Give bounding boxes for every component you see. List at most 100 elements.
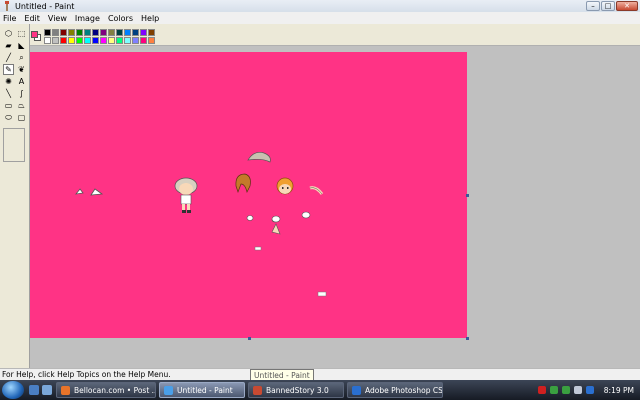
task-paint[interactable]: Untitled - Paint	[159, 382, 245, 398]
task-label: Adobe Photoshop CS...	[365, 385, 443, 395]
tool-options-box[interactable]	[3, 128, 25, 162]
color-swatch[interactable]	[76, 29, 83, 36]
resize-handle-bottom[interactable]	[248, 337, 251, 340]
foreground-color-swatch	[31, 31, 38, 38]
color-swatch[interactable]	[140, 29, 147, 36]
color-swatch[interactable]	[60, 37, 67, 44]
color-swatch[interactable]	[52, 37, 59, 44]
work-area	[30, 46, 640, 368]
window-controls: – □ ✕	[586, 1, 638, 11]
color-swatch[interactable]	[132, 29, 139, 36]
color-swatch[interactable]	[44, 37, 51, 44]
color-swatch[interactable]	[92, 29, 99, 36]
line-icon[interactable]: ╲	[3, 88, 14, 99]
color-picker-icon[interactable]: ╱	[3, 52, 14, 63]
sprite-hat	[247, 151, 271, 163]
update-icon[interactable]	[561, 386, 570, 394]
task-bellocan[interactable]: Bellocan.com • Post ...	[56, 382, 156, 398]
color-swatch[interactable]	[116, 29, 123, 36]
color-swatch[interactable]	[92, 37, 99, 44]
clock[interactable]: 8:19 PM	[604, 386, 634, 395]
color-swatch[interactable]	[124, 29, 131, 36]
text-icon[interactable]: A	[16, 76, 27, 87]
pencil-icon[interactable]: ✎	[3, 64, 14, 75]
color-swatch[interactable]	[44, 29, 51, 36]
color-swatch[interactable]	[124, 37, 131, 44]
title-bar: Untitled - Paint – □ ✕	[0, 0, 640, 12]
color-swatch[interactable]	[140, 37, 147, 44]
task-label: Bellocan.com • Post ...	[74, 385, 156, 395]
resize-handle-right[interactable]	[466, 194, 469, 197]
color-swatch[interactable]	[116, 37, 123, 44]
color-swatch[interactable]	[148, 37, 155, 44]
firefox-icon	[61, 385, 70, 395]
color-swatch[interactable]	[84, 29, 91, 36]
eraser-icon[interactable]: ▰	[3, 40, 14, 51]
sprite-hair-brown	[235, 173, 251, 194]
color-swatch[interactable]	[68, 29, 75, 36]
menu-view[interactable]: View	[48, 14, 67, 23]
menu-bar: File Edit View Image Colors Help	[0, 12, 640, 24]
network-icon[interactable]	[549, 386, 558, 394]
palette-swatches	[44, 29, 155, 44]
color-swatch[interactable]	[108, 37, 115, 44]
sprite-fragment-2	[317, 291, 327, 297]
color-swatch[interactable]	[68, 37, 75, 44]
color-swatch[interactable]	[60, 29, 67, 36]
color-swatch[interactable]	[76, 37, 83, 44]
sprite-arm	[309, 186, 324, 195]
airbrush-icon[interactable]: ✺	[3, 76, 14, 87]
color-swatch[interactable]	[108, 29, 115, 36]
menu-image[interactable]: Image	[75, 14, 100, 23]
task-bannedstory[interactable]: BannedStory 3.0	[248, 382, 344, 398]
current-colors[interactable]	[30, 30, 42, 42]
close-button[interactable]: ✕	[616, 1, 638, 11]
magnifier-icon[interactable]: ⌕	[16, 52, 27, 63]
task-photoshop[interactable]: Adobe Photoshop CS...	[347, 382, 443, 398]
rectangle-icon[interactable]: ▭	[3, 100, 14, 111]
tool-box: ⬡ ⬚ ▰ ◣ ╱ ⌕ ✎ ❦ ✺ A ╲ ∫ ▭ ⏢ ⬭ ▢	[0, 24, 30, 368]
show-desktop-icon[interactable]	[29, 385, 39, 395]
window-title: Untitled - Paint	[15, 1, 75, 11]
menu-colors[interactable]: Colors	[108, 14, 133, 23]
start-button[interactable]	[2, 381, 24, 399]
rect-select-icon[interactable]: ⬚	[16, 28, 27, 39]
color-swatch[interactable]	[84, 37, 91, 44]
volume-icon[interactable]	[573, 386, 582, 394]
status-bar: For Help, click Help Topics on the Help …	[0, 368, 640, 380]
task-list: Bellocan.com • Post ... Untitled - Paint B…	[56, 382, 446, 398]
power-icon[interactable]	[585, 386, 594, 394]
system-tray: 8:19 PM	[537, 380, 640, 400]
color-swatch[interactable]	[52, 29, 59, 36]
minimize-button[interactable]: –	[586, 1, 600, 11]
curve-icon[interactable]: ∫	[16, 88, 27, 99]
task-label: Untitled - Paint	[177, 385, 233, 395]
free-select-icon[interactable]: ⬡	[3, 28, 14, 39]
ellipse-icon[interactable]: ⬭	[3, 112, 14, 123]
photoshop-icon	[352, 385, 361, 395]
switch-windows-icon[interactable]	[42, 385, 52, 395]
polygon-icon[interactable]: ⏢	[16, 100, 27, 111]
paint-app-icon	[5, 1, 9, 11]
quick-launch	[29, 385, 52, 395]
resize-handle-corner[interactable]	[466, 337, 469, 340]
taskbar: Bellocan.com • Post ... Untitled - Paint B…	[0, 380, 640, 400]
color-swatch[interactable]	[132, 37, 139, 44]
paint-icon	[164, 385, 173, 395]
color-swatch[interactable]	[100, 29, 107, 36]
rounded-rect-icon[interactable]: ▢	[16, 112, 27, 123]
color-swatch[interactable]	[100, 37, 107, 44]
color-swatch[interactable]	[148, 29, 155, 36]
maximize-button[interactable]: □	[601, 1, 615, 11]
menu-help[interactable]: Help	[141, 14, 159, 23]
task-label: BannedStory 3.0	[266, 385, 329, 395]
sprite-fragment	[254, 246, 262, 251]
drawing-canvas[interactable]	[30, 52, 467, 338]
color-palette	[30, 24, 640, 46]
menu-file[interactable]: File	[3, 14, 16, 23]
brush-icon[interactable]: ❦	[16, 64, 27, 75]
menu-edit[interactable]: Edit	[24, 14, 40, 23]
bannedstory-icon	[253, 385, 262, 395]
antivirus-icon[interactable]	[537, 386, 546, 394]
fill-bucket-icon[interactable]: ◣	[16, 40, 27, 51]
